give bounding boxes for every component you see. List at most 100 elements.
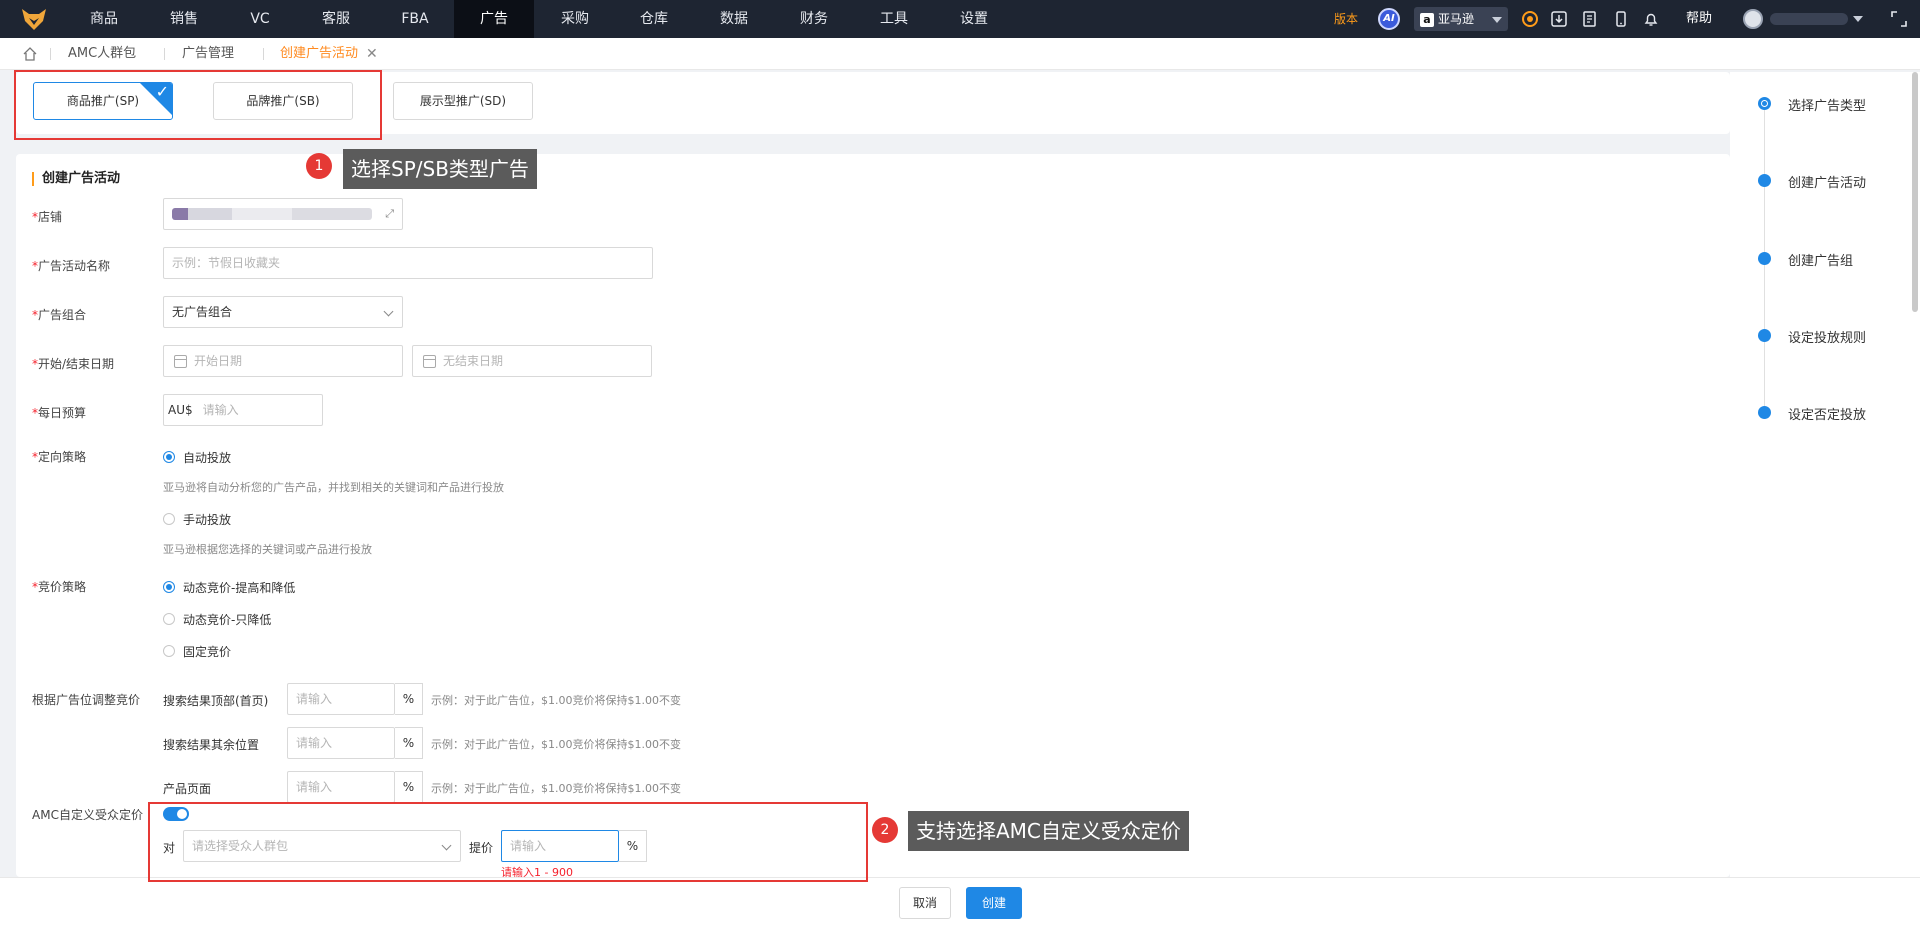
placement-hint: 示例：对于此广告位，$1.00竞价将保持$1.00不变	[431, 782, 681, 795]
avatar[interactable]	[1743, 9, 1763, 29]
tab-amc-audience[interactable]: AMC人群包	[68, 38, 136, 70]
store-field[interactable]: ⤢	[163, 198, 403, 230]
close-icon[interactable]: ✕	[366, 38, 378, 70]
username-redacted[interactable]	[1770, 13, 1848, 25]
fullscreen-icon[interactable]	[1890, 10, 1908, 28]
manual-targeting-radio[interactable]	[163, 513, 175, 525]
bid-fixed-radio[interactable]	[163, 645, 175, 657]
top-nav: 商品 销售 VC 客服 FBA 广告 采购 仓库 数据 财务 工具 设置 版本 …	[0, 0, 1920, 38]
placement-rest-input[interactable]: 请输入	[287, 727, 395, 759]
edit-icon[interactable]: ⤢	[385, 199, 394, 229]
create-button[interactable]: 创建	[966, 887, 1022, 919]
step-select-ad-type[interactable]: 选择广告类型	[1788, 95, 1866, 114]
calendar-icon	[174, 355, 187, 368]
bidding-strategy-label: *竞价策略	[32, 580, 87, 594]
percent-suffix: %	[395, 727, 423, 759]
step-create-campaign[interactable]: 创建广告活动	[1788, 172, 1866, 191]
notification-bell-orange-icon[interactable]	[1521, 10, 1539, 28]
nav-item-purchase[interactable]: 采购	[551, 0, 599, 38]
bid-up-down-label[interactable]: 动态竞价-提高和降低	[183, 579, 295, 596]
annotation-badge-2: 2	[872, 817, 898, 843]
manual-targeting-desc: 亚马逊根据您选择的关键词或产品进行投放	[163, 543, 372, 556]
nav-item-data[interactable]: 数据	[710, 0, 758, 38]
placement-product-input[interactable]: 请输入	[287, 771, 395, 803]
daily-budget-input[interactable]: AU$ 请输入	[163, 394, 323, 426]
auto-targeting-label[interactable]: 自动投放	[183, 449, 231, 466]
nav-item-warehouse[interactable]: 仓库	[630, 0, 678, 38]
calendar-icon	[423, 355, 436, 368]
tab-create-campaign[interactable]: 创建广告活动	[280, 38, 358, 70]
placement-hint: 示例：对于此广告位，$1.00竞价将保持$1.00不变	[431, 738, 681, 751]
annotation-badge-1: 1	[306, 153, 332, 179]
store-selector-label: 亚马逊	[1438, 12, 1475, 26]
caret-down-icon[interactable]	[1853, 16, 1863, 22]
tab-ad-management[interactable]: 广告管理	[182, 38, 234, 70]
annotation-box-ad-type	[14, 70, 382, 140]
tab-bar: AMC人群包 广告管理 创建广告活动 ✕	[0, 38, 1920, 70]
step-navigator: 选择广告类型 创建广告活动 创建广告组 设定投放规则 设定否定投放	[1730, 72, 1920, 877]
placement-top-input[interactable]: 请输入	[287, 683, 395, 715]
nav-item-finance[interactable]: 财务	[790, 0, 838, 38]
amazon-icon: a	[1420, 13, 1434, 27]
bid-fixed-label[interactable]: 固定竞价	[183, 643, 231, 660]
mobile-icon[interactable]	[1612, 10, 1630, 28]
manual-targeting-label[interactable]: 手动投放	[183, 511, 231, 528]
bid-up-down-radio[interactable]	[163, 581, 175, 593]
nav-item-vc[interactable]: VC	[242, 0, 278, 38]
caret-down-icon	[1492, 17, 1502, 23]
nav-item-settings[interactable]: 设置	[950, 0, 998, 38]
portfolio-label: *广告组合	[32, 308, 87, 322]
end-date-input[interactable]: 无结束日期	[412, 345, 652, 377]
help-link[interactable]: 帮助	[1686, 0, 1712, 38]
form-footer: 取消 创建	[0, 877, 1920, 927]
tab-divider	[50, 48, 51, 60]
download-icon[interactable]	[1550, 10, 1568, 28]
step-targeting-rules[interactable]: 设定投放规则	[1788, 327, 1866, 346]
task-list-icon[interactable]	[1581, 10, 1599, 28]
daily-budget-label: *每日预算	[32, 406, 87, 420]
chevron-down-icon	[383, 306, 394, 317]
nav-item-sales[interactable]: 销售	[160, 0, 208, 38]
campaign-form: 创建广告活动 *店铺 ⤢ *广告活动名称 示例：节假日收藏夹 *广告组合 无广告…	[16, 154, 1730, 877]
store-label: *店铺	[32, 210, 63, 224]
step-create-ad-group[interactable]: 创建广告组	[1788, 250, 1853, 269]
start-date-input[interactable]: 开始日期	[163, 345, 403, 377]
placement-hint: 示例：对于此广告位，$1.00竞价将保持$1.00不变	[431, 694, 681, 707]
step-dot	[1758, 174, 1771, 187]
amc-pricing-label: AMC自定义受众定价	[32, 808, 143, 822]
step-negative-targeting[interactable]: 设定否定投放	[1788, 404, 1866, 423]
annotation-callout-2: 支持选择AMC自定义受众定价	[908, 811, 1189, 851]
campaign-name-label: *广告活动名称	[32, 259, 111, 273]
currency-prefix: AU$	[168, 403, 193, 417]
date-range-label: *开始/结束日期	[32, 357, 115, 371]
campaign-name-input[interactable]: 示例：节假日收藏夹	[163, 247, 653, 279]
nav-item-products[interactable]: 商品	[80, 0, 128, 38]
scrollbar[interactable]	[1912, 72, 1918, 312]
nav-item-fba[interactable]: FBA	[393, 0, 437, 38]
store-name-redacted	[172, 208, 372, 220]
version-link[interactable]: 版本	[1334, 0, 1358, 38]
nav-item-tools[interactable]: 工具	[870, 0, 918, 38]
placement-product-label: 产品页面	[163, 782, 212, 796]
placement-adjust-label: 根据广告位调整竞价	[32, 693, 141, 707]
percent-suffix: %	[395, 683, 423, 715]
ad-type-sd-button[interactable]: 展示型推广(SD)	[393, 82, 533, 120]
targeting-strategy-label: *定向策略	[32, 450, 87, 464]
nav-item-ads[interactable]: 广告	[454, 0, 534, 38]
home-icon[interactable]	[22, 46, 38, 62]
portfolio-select[interactable]: 无广告组合	[163, 296, 403, 328]
ai-assistant-button[interactable]: AI	[1378, 8, 1400, 30]
tab-divider	[164, 48, 165, 60]
step-dot	[1758, 406, 1771, 419]
auto-targeting-desc: 亚马逊将自动分析您的广告产品，并找到相关的关键词和产品进行投放	[163, 481, 504, 494]
fox-logo-icon[interactable]	[20, 5, 48, 33]
store-selector[interactable]: a 亚马逊	[1414, 7, 1508, 31]
bid-down-only-radio[interactable]	[163, 613, 175, 625]
annotation-box-amc	[148, 802, 868, 882]
bid-down-only-label[interactable]: 动态竞价-只降低	[183, 611, 271, 628]
nav-item-service[interactable]: 客服	[312, 0, 360, 38]
step-dot	[1758, 252, 1771, 265]
auto-targeting-radio[interactable]	[163, 451, 175, 463]
cancel-button[interactable]: 取消	[899, 887, 951, 919]
bell-icon[interactable]	[1642, 10, 1660, 28]
